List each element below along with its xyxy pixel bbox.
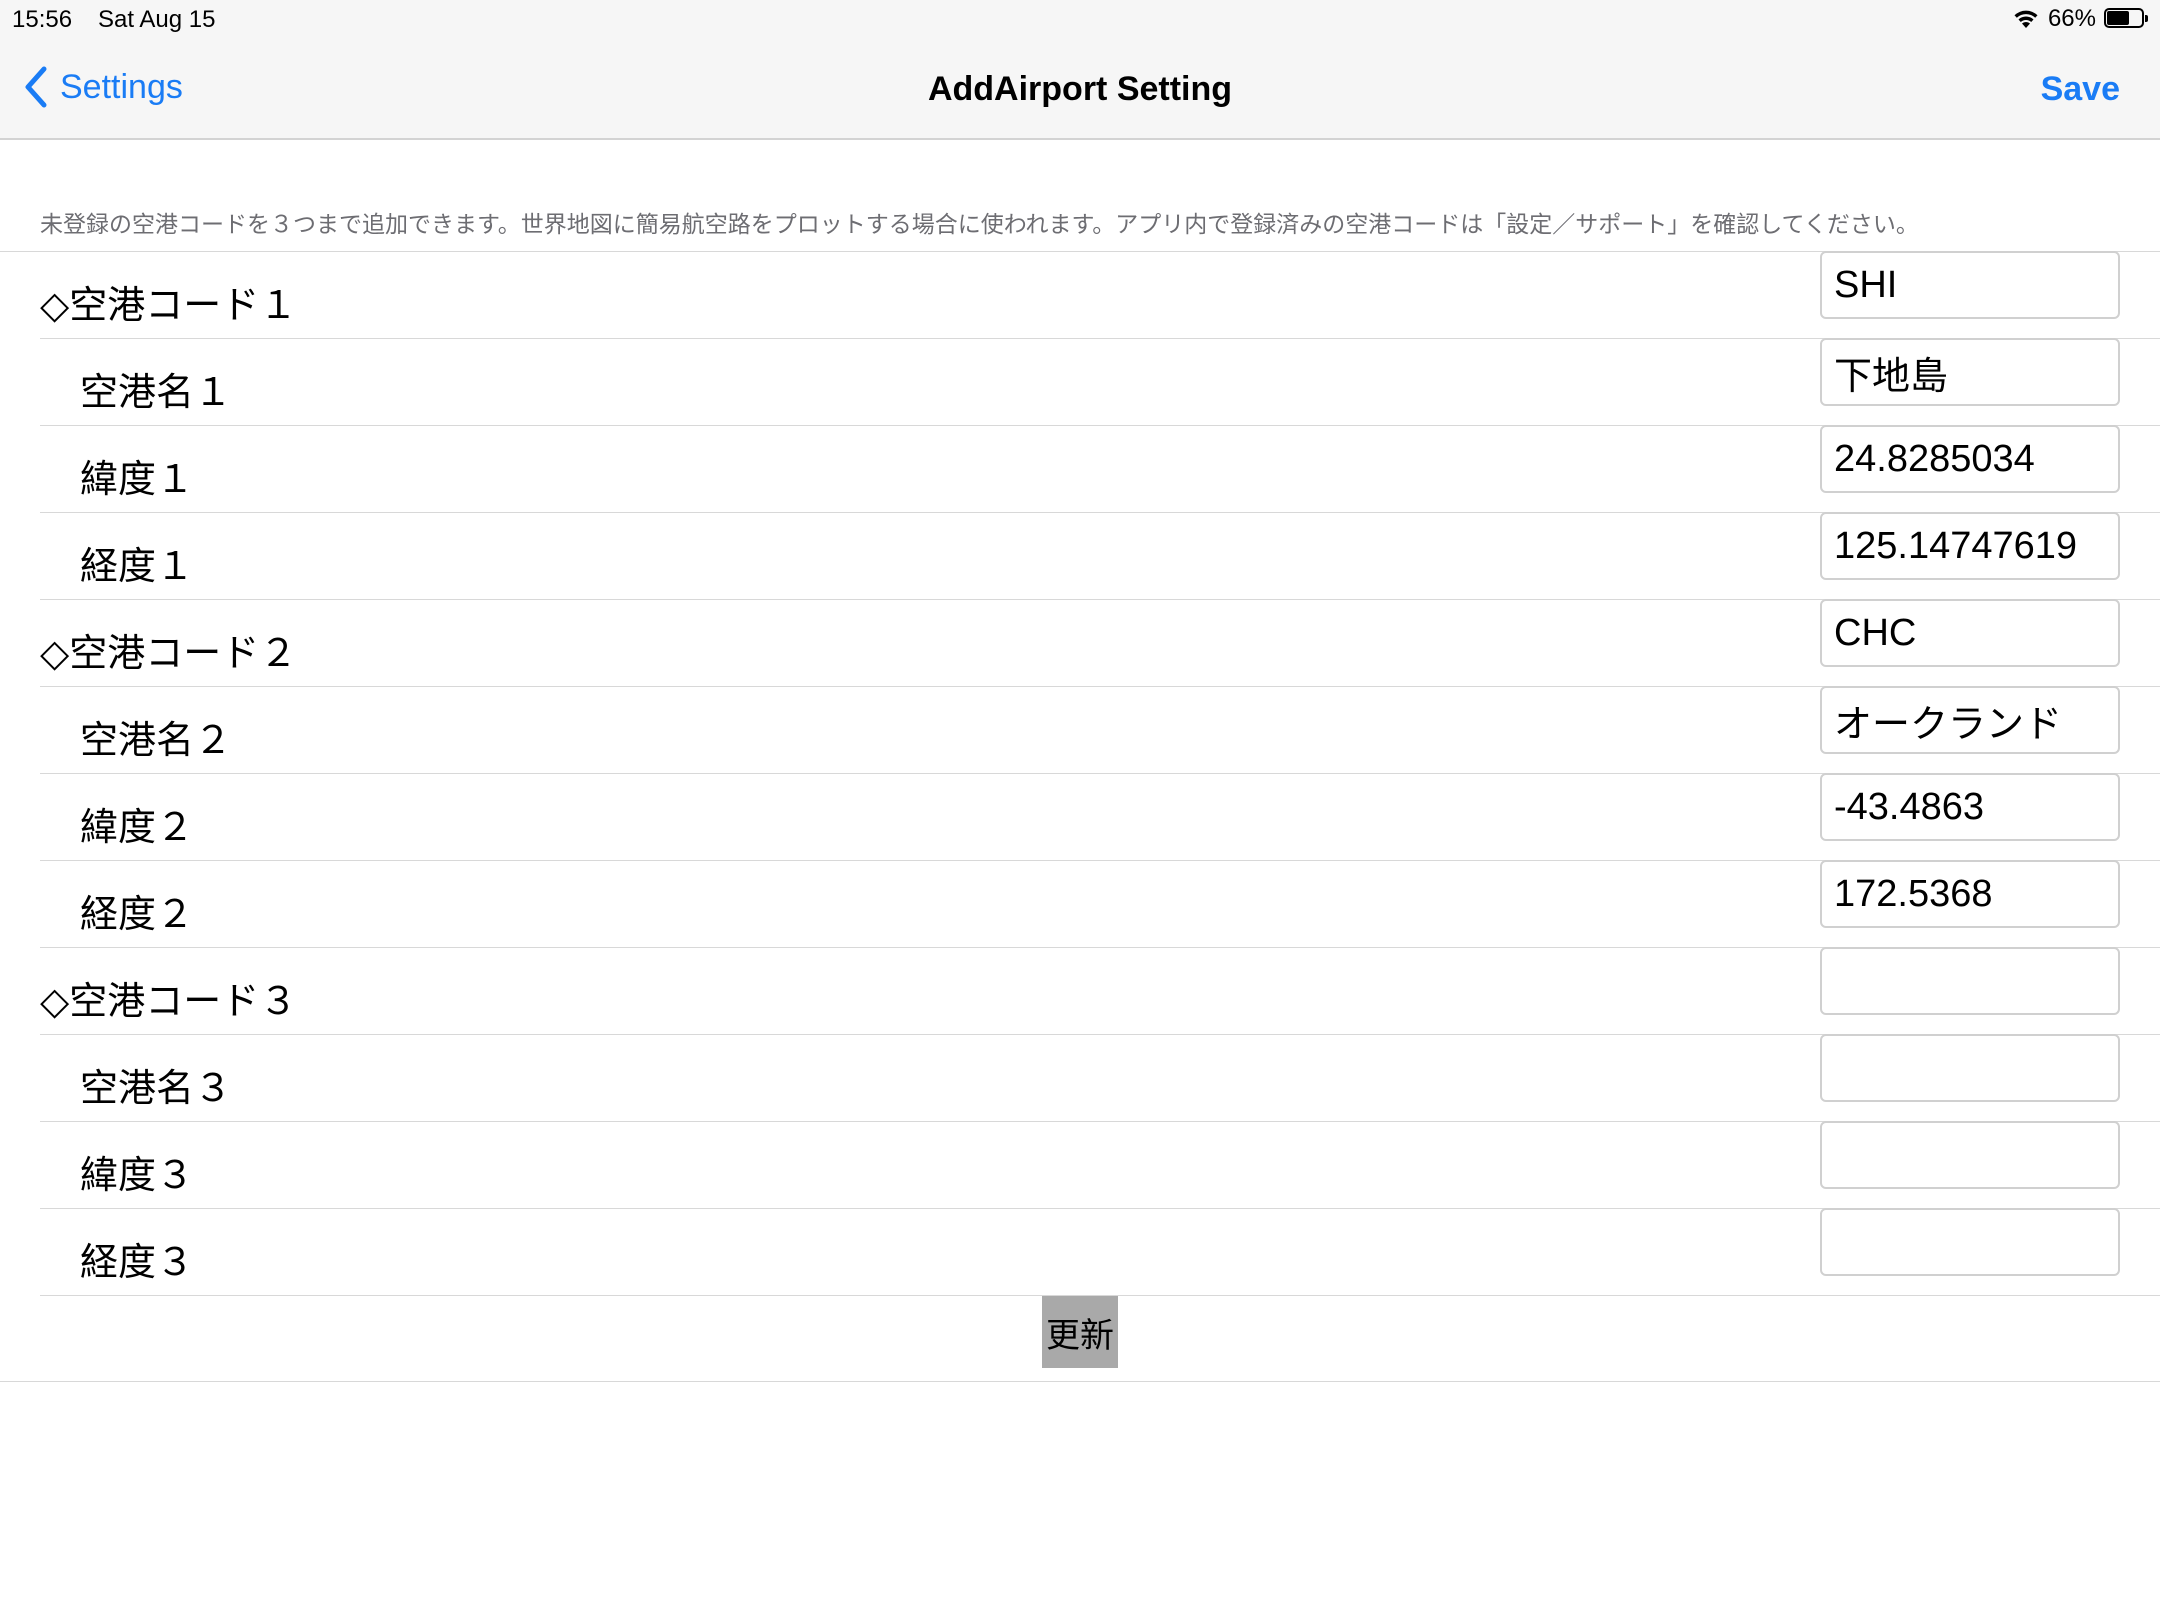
divider <box>0 1381 2160 1382</box>
form-row-latitude-1: 緯度１ <box>40 425 2160 513</box>
form-row-latitude-2: 緯度２ <box>40 773 2160 861</box>
update-button[interactable]: 更新 <box>1042 1296 1118 1368</box>
battery-level-fill <box>2107 11 2129 25</box>
row-label: 空港名２ <box>80 718 233 762</box>
latitude-2-input[interactable] <box>1820 773 2120 841</box>
longitude-2-input[interactable] <box>1820 860 2120 928</box>
row-label: 経度２ <box>80 892 195 936</box>
row-label: 緯度２ <box>80 805 195 849</box>
row-label: 経度３ <box>80 1240 195 1284</box>
row-label: 緯度３ <box>80 1153 195 1197</box>
airport-name-2-input[interactable] <box>1820 686 2120 754</box>
battery-percent: 66% <box>2047 5 2096 32</box>
airport-code-1-input[interactable] <box>1820 251 2120 319</box>
form-row-airport-name-3: 空港名３ <box>40 1034 2160 1122</box>
form-row-longitude-3: 経度３ <box>40 1208 2160 1296</box>
airport-name-1-input[interactable] <box>1820 338 2120 406</box>
row-label: ◇空港コード２ <box>40 631 298 675</box>
page-title: AddAirport Setting <box>927 70 1233 108</box>
row-label: ◇空港コード３ <box>40 979 298 1023</box>
airport-form: ◇空港コード１ 空港名１ 緯度１ 経度１ ◇空港コード２ 空港名２ 緯度２ 経度… <box>0 251 2160 1296</box>
form-row-airport-code-2: ◇空港コード２ <box>40 599 2160 687</box>
row-label: 空港名１ <box>80 370 233 414</box>
status-indicators: 66% <box>2012 5 2150 33</box>
section-description: 未登録の空港コードを３つまで追加できます。世界地図に簡易航空路をプロットする場合… <box>40 212 1919 238</box>
wifi-icon <box>2012 8 2040 30</box>
form-row-airport-name-2: 空港名２ <box>40 686 2160 774</box>
form-row-airport-code-1: ◇空港コード１ <box>40 251 2160 339</box>
save-button[interactable]: Save <box>2041 70 2120 109</box>
latitude-3-input[interactable] <box>1820 1121 2120 1189</box>
status-date: Sat Aug 15 <box>98 6 216 33</box>
row-label: 経度１ <box>80 544 195 588</box>
row-label: 空港名３ <box>80 1066 233 1110</box>
row-label: 緯度１ <box>80 457 195 501</box>
form-row-longitude-2: 経度２ <box>40 860 2160 948</box>
form-row-airport-code-3: ◇空港コード３ <box>40 947 2160 1035</box>
form-row-latitude-3: 緯度３ <box>40 1121 2160 1209</box>
longitude-1-input[interactable] <box>1820 512 2120 580</box>
airport-code-2-input[interactable] <box>1820 599 2120 667</box>
battery-icon <box>2104 8 2150 30</box>
form-row-airport-name-1: 空港名１ <box>40 338 2160 426</box>
airport-name-3-input[interactable] <box>1820 1034 2120 1102</box>
navigation-bar: Settings AddAirport Setting Save <box>0 40 2160 140</box>
airport-code-3-input[interactable] <box>1820 947 2120 1015</box>
longitude-3-input[interactable] <box>1820 1208 2120 1276</box>
form-row-longitude-1: 経度１ <box>40 512 2160 600</box>
status-bar: 15:56 Sat Aug 15 66% <box>0 0 2160 40</box>
row-label: ◇空港コード１ <box>40 283 298 327</box>
latitude-1-input[interactable] <box>1820 425 2120 493</box>
status-time: 15:56 <box>12 6 73 33</box>
